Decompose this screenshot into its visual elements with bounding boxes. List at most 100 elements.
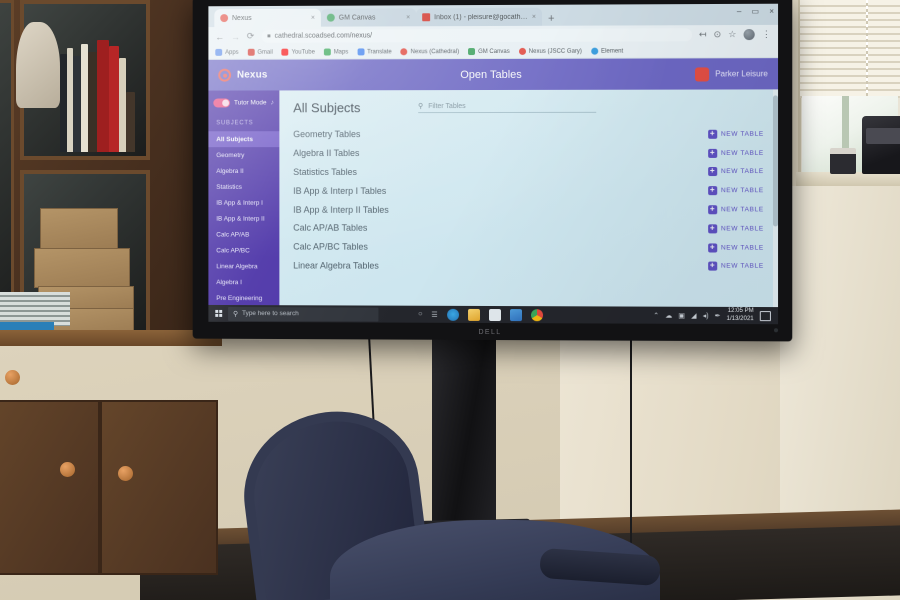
new-table-button[interactable]: + NEW TABLE [707,223,764,234]
chrome-profile-avatar[interactable] [743,28,755,41]
content-header: All Subjects ⚲ Filter Tables [279,89,778,121]
table-row[interactable]: IB App & Interp II Tables + NEW TABLE [279,200,778,219]
speaker-icon[interactable]: ♪ [270,99,273,106]
app-header: Nexus Open Tables Parker Leisure [208,58,779,91]
browser-tab-gm-canvas[interactable]: GM Canvas × [320,8,417,27]
maximize-icon[interactable]: ▭ [751,7,759,16]
translate-icon[interactable]: ↤ [699,29,707,40]
volume-icon[interactable]: ◂) [703,311,709,319]
office-scene: DELL Nexus × GM Canvas × Inbox (1) - ple… [0,0,900,600]
new-table-button[interactable]: + NEW TABLE [707,261,764,271]
chrome-menu-icon[interactable]: ⋮ [762,29,771,40]
address-bar[interactable]: ■ cathedral.scoadsed.com/nexus/ [261,28,692,43]
new-table-label: NEW TABLE [720,187,764,195]
new-table-button[interactable]: + NEW TABLE [707,242,764,253]
sidebar-item-calc-ap-bc[interactable]: Calc AP/BC [208,242,279,258]
new-table-button[interactable]: + NEW TABLE [707,129,764,139]
table-row[interactable]: IB App & Interp I Tables + NEW TABLE [279,181,778,200]
bookmark-nexus-jscc-gary[interactable]: Nexus (JSCC Gary) [518,47,582,55]
browser-tabstrip: Nexus × GM Canvas × Inbox (1) - pleisure… [208,3,779,28]
filter-tables-input[interactable]: ⚲ Filter Tables [418,101,597,114]
cabinet-knob-right[interactable] [118,466,133,481]
table-row[interactable]: Linear Algebra Tables + NEW TABLE [279,256,778,276]
start-button[interactable] [211,309,226,318]
lock-icon: ■ [267,33,271,40]
tutor-mode-toggle[interactable] [213,98,231,108]
scrollbar-thumb[interactable] [772,95,779,227]
table-row[interactable]: Geometry Tables + NEW TABLE [279,125,778,144]
file-explorer-icon[interactable] [467,308,480,321]
sidebar-item-calc-ap-ab[interactable]: Calc AP/AB [208,227,279,243]
taskbar-search-input[interactable]: ⚲ Type here to search [228,306,379,322]
search-icon: ⚲ [233,310,239,318]
new-table-button[interactable]: + NEW TABLE [707,148,764,158]
drawer-knob[interactable] [5,370,20,385]
pen-icon[interactable]: ✒ [715,311,721,319]
mail-icon[interactable] [509,308,522,321]
back-icon[interactable]: ← [215,32,224,42]
plus-icon: + [707,242,717,253]
sidebar-item-pre-engineering[interactable]: Pre Engineering [208,290,279,306]
bookmark-gm-canvas[interactable]: GM Canvas [468,48,510,56]
bookmark-youtube[interactable]: YouTube [281,48,315,56]
new-table-button[interactable]: + NEW TABLE [707,185,764,196]
user-name: Parker Leisure [715,69,768,79]
table-row[interactable]: Calc AP/BC Tables + NEW TABLE [279,237,778,257]
user-menu[interactable]: Parker Leisure [694,66,768,82]
microsoft-store-icon[interactable] [488,308,501,321]
new-tab-button[interactable]: + [542,13,560,26]
sidebar-item-linear-algebra[interactable]: Linear Algebra [208,258,279,274]
cabinet-door-right[interactable] [100,400,218,575]
bookmark-star-icon[interactable]: ☆ [728,29,736,40]
chrome-icon[interactable] [530,308,543,321]
bookmark-label: YouTube [291,49,315,56]
new-table-button[interactable]: + NEW TABLE [707,166,764,177]
browser-toolbar: ← → ⟳ ■ cathedral.scoadsed.com/nexus/ ↤ … [208,24,779,46]
tab-title: Inbox (1) - pleisure@gocathed… [434,13,528,21]
sidebar-item-algebra-i[interactable]: Algebra I [208,274,279,290]
extension-icon[interactable]: ⊙ [714,29,722,40]
canvas-icon [468,48,476,56]
browser-tab-inbox[interactable]: Inbox (1) - pleisure@gocathed… × [416,7,543,27]
tutor-mode-row[interactable]: Tutor Mode ♪ [208,98,279,116]
edge-icon[interactable] [446,308,459,321]
network-icon[interactable]: ◢ [691,311,696,319]
taskbar-clock[interactable]: 12:05 PM 1/13/2021 [727,308,754,323]
monitor-stand-column [432,336,496,536]
sidebar-item-statistics[interactable]: Statistics [208,179,279,195]
minimize-icon[interactable]: – [737,7,742,16]
cabinet-knob-left[interactable] [60,462,75,477]
sidebar-item-algebra-ii[interactable]: Algebra II [208,163,279,179]
browser-tab-nexus[interactable]: Nexus × [214,8,321,28]
close-icon[interactable]: × [532,13,536,20]
show-hidden-icons-chevron[interactable]: ⌃ [653,311,659,319]
onedrive-icon[interactable]: ☁ [665,311,672,319]
action-center-icon[interactable] [759,310,771,321]
bookmark-nexus-cathedral[interactable]: Nexus (Cathedral) [400,48,459,56]
bookmark-element[interactable]: Element [591,47,624,55]
bookmark-gmail[interactable]: Gmail [247,48,273,56]
new-table-button[interactable]: + NEW TABLE [707,204,764,215]
forward-icon[interactable]: → [231,31,240,41]
bookmark-apps[interactable]: Apps [215,48,239,56]
sidebar-item-ib-app-interp-ii[interactable]: IB App & Interp II [208,211,279,227]
content-scrollbar[interactable] [772,89,779,308]
bookmark-maps[interactable]: Maps [323,48,348,56]
sidebar-item-all-subjects[interactable]: All Subjects [208,131,280,148]
security-icon[interactable]: ▣ [678,311,685,319]
task-view-icon[interactable]: ☰ [431,310,437,318]
close-icon[interactable]: × [311,14,315,21]
avatar [694,66,710,82]
sidebar-item-ib-app-interp-i[interactable]: IB App & Interp I [208,195,279,211]
sidebar-item-geometry[interactable]: Geometry [208,147,279,163]
bookmark-label: Element [601,48,624,55]
cabinet-door-left[interactable] [0,400,100,575]
table-row[interactable]: Calc AP/AB Tables + NEW TABLE [279,219,778,239]
table-row[interactable]: Algebra II Tables + NEW TABLE [279,144,778,163]
bookmark-translate[interactable]: Translate [357,48,392,56]
table-row[interactable]: Statistics Tables + NEW TABLE [279,163,778,182]
close-icon[interactable]: × [406,14,410,21]
close-window-icon[interactable]: × [769,7,774,16]
cortana-icon[interactable]: ○ [418,311,422,318]
reload-icon[interactable]: ⟳ [247,31,254,42]
